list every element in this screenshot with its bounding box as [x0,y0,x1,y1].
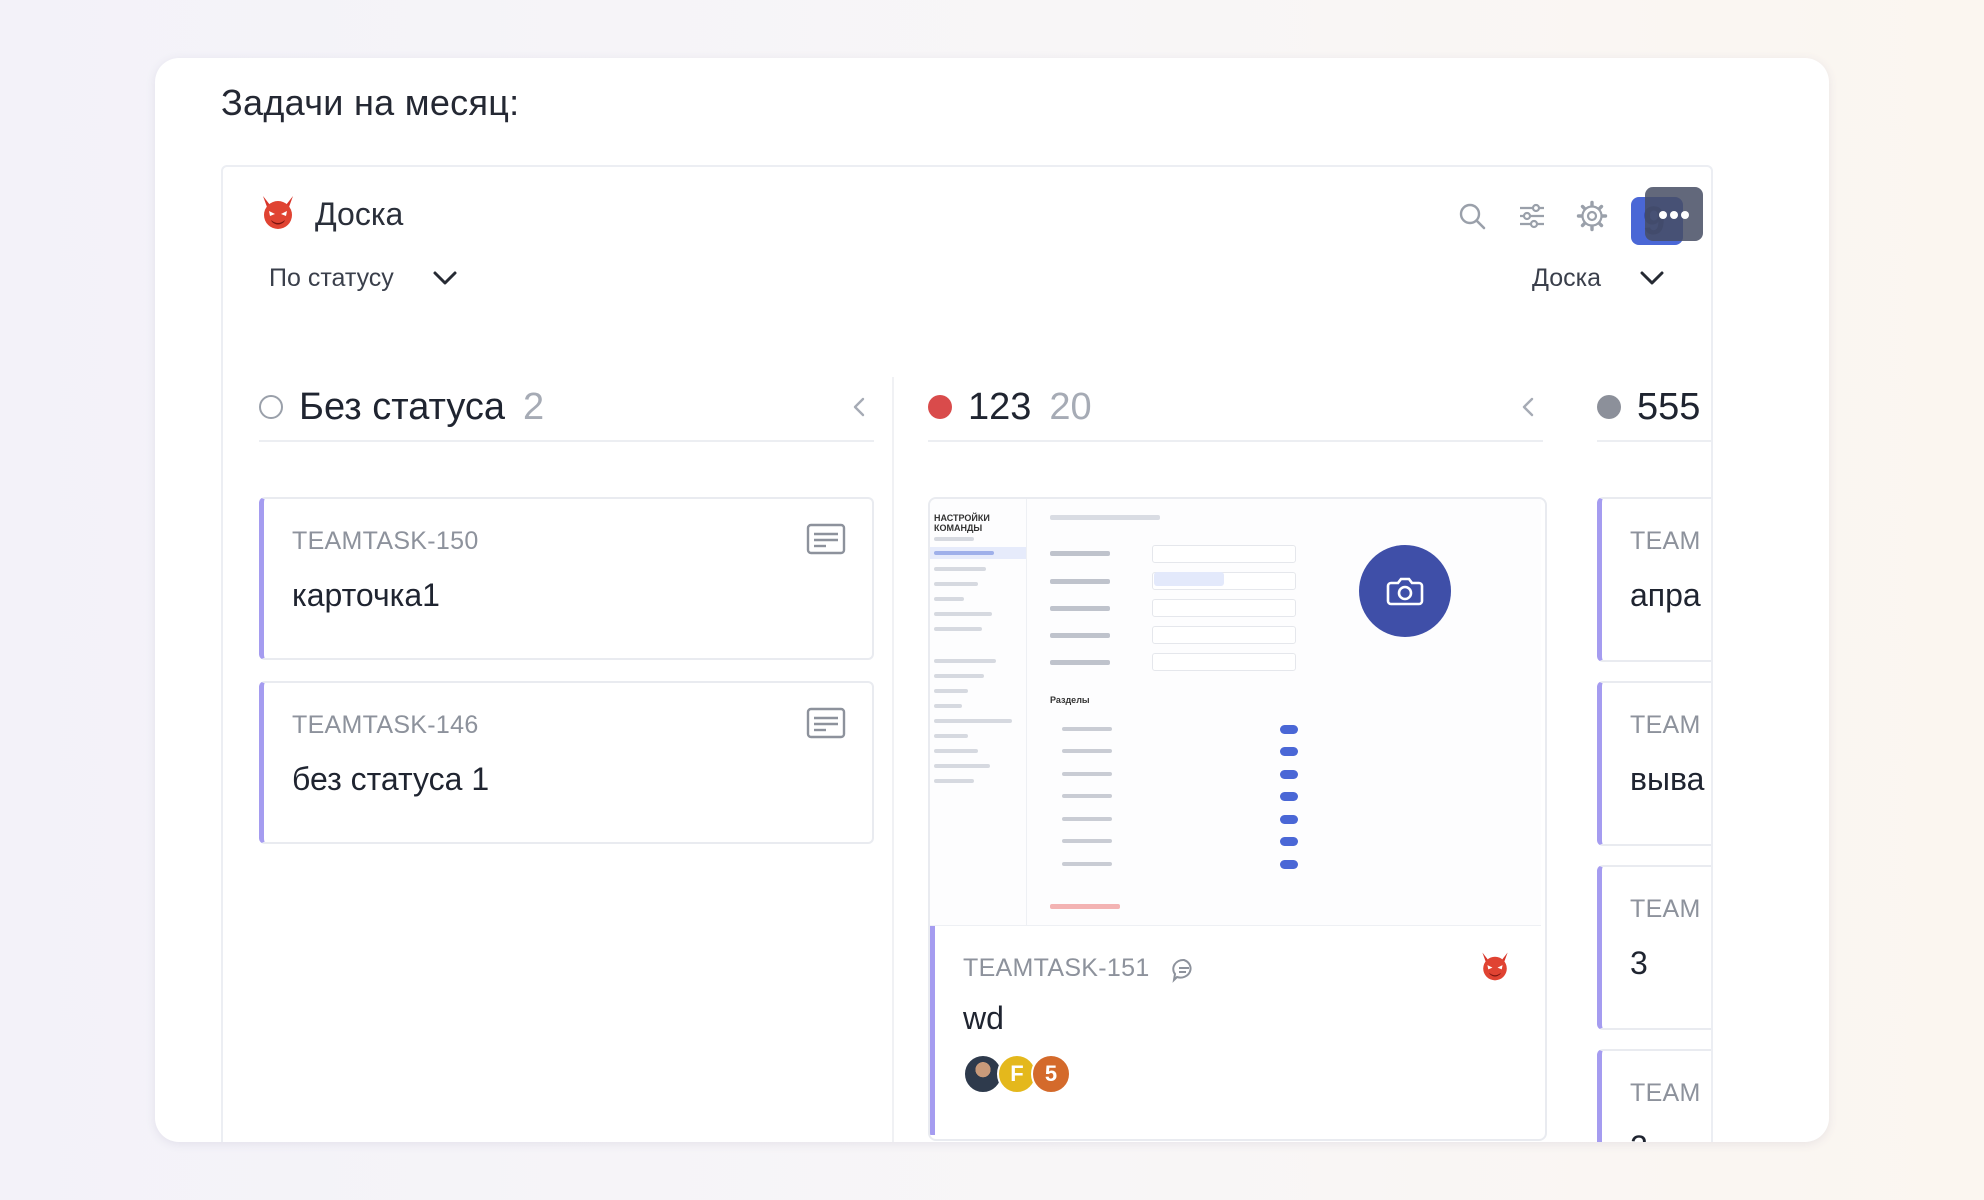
column-count: 20 [1049,385,1092,428]
status-empty-icon [259,395,283,419]
task-title: wd [963,1000,1004,1036]
comment-icon [1171,957,1197,988]
chevron-down-icon [433,271,457,285]
board-title: Доска [315,195,404,232]
monthly-tasks-card: Задачи на месяц: Доска По статусу Доска … [155,58,1829,1142]
column-divider [892,377,894,1142]
task-card-body: TEAMTASK-151 wd F 5 [930,926,1541,1135]
task-title: карточка1 [292,577,440,613]
task-title: 3 [1630,945,1648,981]
filter-sliders-icon[interactable] [1513,197,1551,235]
column-123: 123 20 НАСТРОЙКИ КОМАНДЫ Разделы TEAMTAS… [928,372,1547,1141]
description-icon [806,523,846,560]
app-menu-button[interactable]: 9 [1631,187,1703,245]
camera-icon[interactable] [1359,545,1451,637]
chevron-left-icon[interactable] [844,392,874,422]
view-value: Доска [1531,263,1601,292]
task-card-with-cover[interactable]: НАСТРОЙКИ КОМАНДЫ Разделы TEAMTASK-151 w… [928,497,1547,1141]
column-name: 555 [1637,385,1701,428]
column-name: 123 [968,385,1032,428]
task-card[interactable]: TEAM 2 [1597,1049,1711,1142]
column-no-status: Без статуса 2 [259,372,874,442]
task-key: TEAMTASK-151 [963,954,1150,982]
task-key: TEAM [1630,1079,1701,1107]
task-title: 2 [1630,1129,1648,1142]
task-title: апра [1630,577,1701,613]
group-by-value: По статусу [269,263,394,292]
column-header: Без статуса 2 [259,372,874,442]
more-options-icon[interactable] [1645,187,1703,241]
chevron-down-icon [1640,271,1664,285]
task-title: без статуса 1 [292,761,490,797]
status-dot-icon [1597,395,1621,419]
gear-icon[interactable] [1573,197,1611,235]
search-icon[interactable] [1453,197,1491,235]
column-555: 555 TEAM апра TEAM выва TEAM 3 TEAM 2 [1597,372,1711,1142]
avatar: 5 [1031,1054,1071,1094]
task-card[interactable]: TEAM выва [1597,681,1711,846]
chevron-left-icon[interactable] [1513,392,1543,422]
task-card[interactable]: TEAMTASK-150 карточка1 [259,497,874,660]
task-key: TEAMTASK-150 [292,527,479,555]
task-key: TEAM [1630,895,1701,923]
assignee-avatars[interactable]: F 5 [963,1054,1071,1094]
status-dot-icon [928,395,952,419]
kanban-board: Доска По статусу Доска Без статуса 2 TEA… [221,165,1713,1142]
task-card[interactable]: TEAMTASK-146 без статуса 1 [259,681,874,844]
page-title: Задачи на месяц: [221,82,520,123]
screenshot-sidebar-title: НАСТРОЙКИ КОМАНДЫ [934,513,990,533]
devil-logo-icon [259,193,297,236]
column-header: 555 [1597,372,1711,442]
task-card[interactable]: TEAM 3 [1597,865,1711,1030]
screenshot-sidebar: НАСТРОЙКИ КОМАНДЫ [930,499,1027,925]
view-dropdown[interactable]: Доска [1532,253,1665,303]
description-icon [806,707,846,744]
column-count: 2 [523,385,545,428]
column-header: 123 20 [928,372,1543,442]
task-card[interactable]: TEAM апра [1597,497,1711,662]
board-toolbar: 9 [1431,187,1703,245]
devil-priority-icon [1479,950,1511,987]
cover-image: НАСТРОЙКИ КОМАНДЫ Разделы [930,499,1541,926]
task-key: TEAMTASK-146 [292,711,479,739]
task-key: TEAM [1630,711,1701,739]
group-by-dropdown[interactable]: По статусу [269,253,458,303]
screenshot-section-title: Разделы [1050,695,1090,705]
task-key: TEAM [1630,527,1701,555]
board-header: Доска [259,189,403,239]
task-title: выва [1630,761,1705,797]
column-name: Без статуса [299,385,506,428]
